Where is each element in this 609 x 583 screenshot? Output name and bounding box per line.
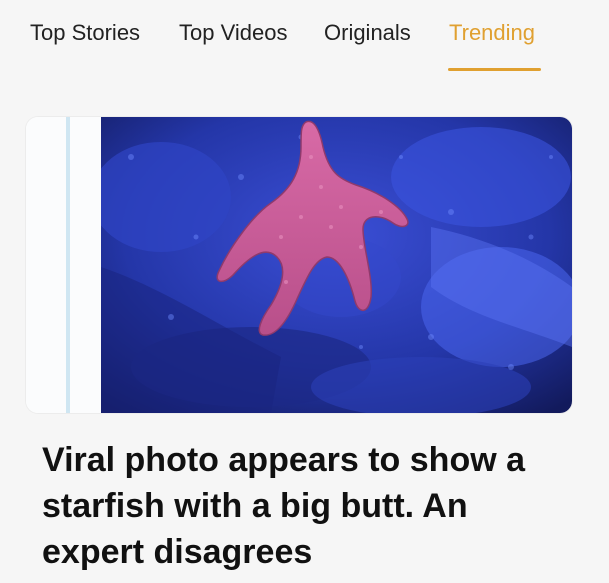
image-margin	[26, 117, 101, 413]
tab-top-videos[interactable]: Top Videos	[179, 20, 287, 46]
image-margin-line	[66, 117, 70, 413]
tab-trending[interactable]: Trending	[449, 20, 535, 46]
tab-originals[interactable]: Originals	[324, 20, 411, 46]
article-image-card[interactable]	[26, 117, 572, 413]
section-tabs: Top Stories Top Videos Originals Trendin…	[0, 0, 609, 80]
article-headline[interactable]: Viral photo appears to show a starfish w…	[42, 437, 562, 575]
active-tab-indicator	[448, 68, 541, 71]
starfish-photo	[101, 117, 572, 413]
tab-top-stories[interactable]: Top Stories	[30, 20, 140, 46]
